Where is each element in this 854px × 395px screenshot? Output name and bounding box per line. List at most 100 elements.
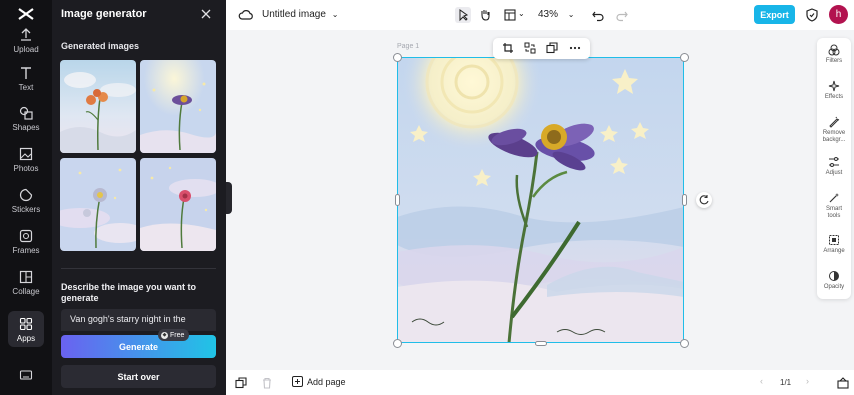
tool-adjust[interactable]: Adjust: [817, 156, 851, 177]
panel-divider: [61, 268, 216, 269]
text-icon: [21, 67, 31, 79]
rotate-handle[interactable]: [696, 192, 712, 208]
free-badge-label: Free: [170, 331, 185, 339]
chevron-down-icon: ⌄: [331, 10, 339, 19]
smart-tools-icon: [829, 193, 839, 203]
rail-label-stickers: Stickers: [11, 205, 41, 214]
zoom-value: 43%: [538, 9, 559, 20]
rail-item-shapes[interactable]: Shapes: [0, 106, 52, 146]
rotate-icon: [699, 195, 709, 205]
select-tool-icon[interactable]: [455, 7, 471, 23]
prompt-textarea[interactable]: Van gogh's starry night in the: [61, 309, 216, 331]
tool-smart-tools[interactable]: Smart tools: [817, 192, 851, 220]
layout-icon[interactable]: [502, 7, 518, 23]
tool-adjust-label: Adjust: [825, 170, 843, 176]
rail-item-stickers[interactable]: Stickers: [0, 188, 52, 228]
panel-title: Image generator: [61, 8, 147, 20]
export-button[interactable]: Export: [754, 5, 795, 24]
rail-item-apps[interactable]: Apps: [8, 311, 44, 347]
trash-icon[interactable]: [261, 377, 273, 389]
cloud-save-icon[interactable]: [238, 7, 254, 23]
resize-handle-left[interactable]: [395, 194, 400, 206]
upload-icon: [21, 28, 31, 41]
crop-icon[interactable]: [502, 42, 514, 54]
left-rail: Upload Text Shapes Photos Stickers Frame…: [0, 0, 52, 395]
page-count: 1/1: [780, 378, 792, 387]
tool-effects[interactable]: Effects: [817, 80, 851, 101]
tool-remove-background[interactable]: Remove backgr...: [817, 116, 851, 144]
resize-handle-right[interactable]: [682, 194, 687, 206]
export-label: Export: [760, 9, 789, 20]
resize-handle-bottom[interactable]: [535, 341, 547, 346]
next-page-icon[interactable]: ›: [806, 376, 809, 386]
resize-handle-bottom-right[interactable]: [680, 339, 689, 348]
generated-image-4[interactable]: [140, 158, 216, 251]
panel-collapse-handle[interactable]: [226, 182, 232, 214]
tool-filters-label: Filters: [825, 58, 843, 64]
resize-handle-top-right[interactable]: [680, 53, 689, 62]
tool-opacity[interactable]: Opacity: [817, 270, 851, 291]
rail-item-keyboard[interactable]: [0, 368, 52, 395]
close-icon[interactable]: [200, 8, 212, 20]
replace-icon[interactable]: [524, 42, 536, 54]
layout-chevron-icon[interactable]: ⌄: [518, 9, 525, 18]
effects-icon: [828, 80, 840, 92]
add-page-button[interactable]: Add page: [292, 376, 346, 387]
image-generator-panel: Image generator Generated images Describ…: [52, 0, 226, 395]
start-over-label: Start over: [117, 371, 160, 382]
generated-image-2[interactable]: [140, 60, 216, 153]
generated-image-3[interactable]: [60, 158, 136, 251]
tool-remove-background-label: Remove backgr...: [822, 130, 846, 143]
zoom-control[interactable]: 43% ⌄: [538, 9, 575, 20]
apps-icon: [19, 317, 33, 331]
rail-label-photos: Photos: [13, 164, 39, 173]
more-options-icon[interactable]: [569, 42, 581, 54]
rail-label-frames: Frames: [12, 246, 40, 255]
app-root: Upload Text Shapes Photos Stickers Frame…: [0, 0, 854, 395]
start-over-button[interactable]: Start over: [61, 365, 216, 388]
page-panel-icon[interactable]: [837, 377, 849, 389]
rail-item-collage[interactable]: Collage: [0, 270, 52, 310]
rail-item-upload[interactable]: Upload: [0, 28, 52, 68]
opacity-icon: [829, 271, 839, 281]
resize-handle-bottom-left[interactable]: [393, 339, 402, 348]
keyboard-icon: [19, 370, 33, 380]
document-title-text: Untitled image: [262, 9, 326, 20]
remove-background-icon: [829, 116, 840, 128]
undo-icon[interactable]: [590, 7, 606, 23]
duplicate-icon[interactable]: [546, 42, 558, 54]
generate-button[interactable]: Generate: [61, 335, 216, 358]
rail-item-text[interactable]: Text: [0, 66, 52, 106]
free-badge: ◆ Free: [158, 329, 190, 341]
rail-item-photos[interactable]: Photos: [0, 147, 52, 187]
user-avatar[interactable]: h: [829, 5, 848, 24]
pages-icon[interactable]: [235, 377, 247, 389]
credit-icon: ◆: [161, 331, 168, 339]
document-title[interactable]: Untitled image ⌄: [262, 9, 338, 20]
generate-label: Generate: [118, 341, 159, 352]
prev-page-icon[interactable]: ‹: [760, 376, 763, 386]
tool-smart-tools-label: Smart tools: [825, 206, 842, 219]
adjust-icon: [829, 157, 839, 167]
photos-icon: [19, 147, 33, 161]
redo-icon[interactable]: [614, 7, 630, 23]
rail-item-frames[interactable]: Frames: [0, 229, 52, 269]
generated-image-1[interactable]: [60, 60, 136, 153]
rail-label-apps: Apps: [16, 334, 36, 343]
shield-icon[interactable]: [804, 7, 820, 23]
tool-filters[interactable]: Filters: [817, 44, 851, 65]
tool-arrange-label: Arrange: [823, 248, 845, 254]
tool-arrange[interactable]: Arrange: [817, 234, 851, 255]
tool-effects-label: Effects: [824, 94, 844, 100]
capcut-logo-icon[interactable]: [16, 6, 36, 22]
floating-toolbar: [493, 38, 590, 59]
arrange-icon: [829, 235, 839, 245]
stickers-icon: [19, 188, 33, 202]
filters-icon: [828, 44, 840, 56]
add-page-icon: [292, 376, 303, 387]
tool-opacity-label: Opacity: [823, 284, 845, 290]
resize-handle-top-left[interactable]: [393, 53, 402, 62]
canvas-image[interactable]: [397, 57, 684, 343]
rail-label-upload: Upload: [13, 45, 39, 54]
hand-tool-icon[interactable]: [477, 7, 493, 23]
